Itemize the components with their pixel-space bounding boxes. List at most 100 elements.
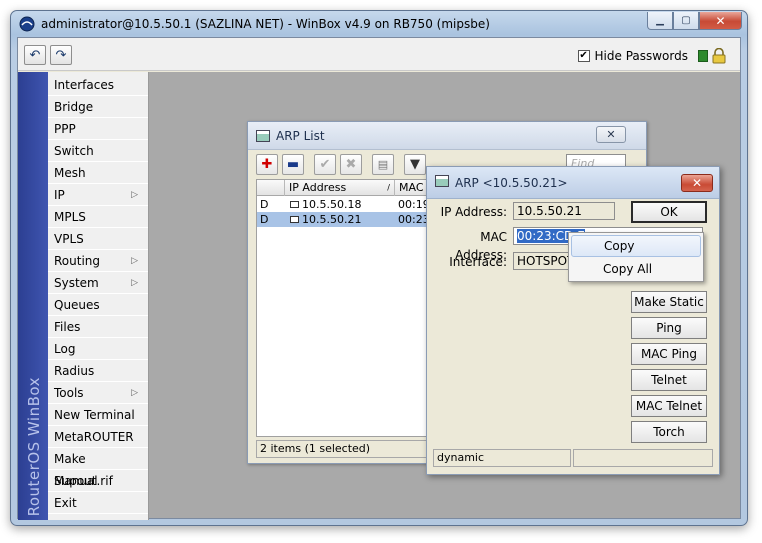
remove-button[interactable]: ▬ [282,154,304,175]
sidebar-item-bridge[interactable]: Bridge [48,96,148,118]
sidebar-item-label: MPLS [54,210,86,224]
window-title: administrator@10.5.50.1 (SAZLINA NET) - … [41,17,490,31]
lock-icon [712,48,726,64]
ip-address-field[interactable]: 10.5.50.21 [513,202,615,220]
make-static-button[interactable]: Make Static [631,291,707,313]
context-menu: Copy Copy All [568,232,704,282]
sidebar-item-switch[interactable]: Switch [48,140,148,162]
sidebar-item-metarouter[interactable]: MetaROUTER [48,426,148,448]
sidebar-item-interfaces[interactable]: Interfaces [48,74,148,96]
hide-passwords-toggle[interactable]: ✔ Hide Passwords [577,49,688,63]
sidebar-item-label: Bridge [54,100,94,114]
row-flag: D [260,198,269,211]
sidebar-item-label: Files [54,320,81,334]
filter-icon: ▼ [410,157,420,172]
sidebar-item-label: IP [54,188,65,202]
sidebar-item-label: MetaROUTER [54,430,134,444]
disable-button[interactable]: ✖ [340,154,362,175]
sidebar-item-ppp[interactable]: PPP [48,118,148,140]
column-header-flags[interactable] [257,180,285,196]
undo-icon: ↶ [29,47,41,63]
sidebar-item-system[interactable]: System ▷ [48,272,148,294]
comment-icon: ▤ [377,158,389,171]
submenu-arrow-icon: ▷ [131,278,138,288]
sidebar-item-files[interactable]: Files [48,316,148,338]
main-toolbar: ↶ ↷ ✔ Hide Passwords [18,38,740,71]
column-header-ip-address[interactable]: IP Address / [285,180,395,196]
hide-passwords-checkbox[interactable]: ✔ [577,50,590,62]
sidebar-item-label: Exit [54,496,77,510]
brand-text: RouterOS WinBox [25,376,43,516]
context-menu-copy-all[interactable]: Copy All [571,258,701,280]
mac-telnet-button[interactable]: MAC Telnet [631,395,707,417]
row-flag: D [260,213,269,226]
address-icon [290,216,299,223]
arp-entry-dialog: ARP <10.5.50.21> ✕ IP Address: 10.5.50.2… [426,166,720,475]
sidebar-item-exit[interactable]: Exit [48,492,148,514]
arp-dialog-close-button[interactable]: ✕ [681,174,713,192]
close-icon: ✕ [715,13,726,28]
sidebar-item-label: Manual [54,474,98,488]
winbox-app-icon[interactable] [19,16,35,32]
redo-icon: ↷ [55,47,67,63]
arp-list-titlebar[interactable]: ARP List ✕ [248,122,646,150]
x-icon: ✖ [345,157,357,172]
sidebar-item-label: Routing [54,254,101,268]
ip-address-label: IP Address: [440,205,507,219]
ok-button[interactable]: OK [631,201,707,223]
enable-button[interactable]: ✔ [314,154,336,175]
sidebar-menu: Interfaces Bridge PPP Switch Mesh IP ▷ MP… [48,72,149,520]
torch-button[interactable]: Torch [631,421,707,443]
arp-list-close-button[interactable]: ✕ [596,126,626,143]
dialog-status-dynamic: dynamic [433,449,571,467]
maximize-button[interactable]: ▢ [673,12,699,30]
mac-ping-button[interactable]: MAC Ping [631,343,707,365]
window-caption-buttons: ▁ ▢ ✕ [647,12,742,31]
hide-passwords-label: Hide Passwords [594,49,688,63]
row-ip-text: 10.5.50.18 [302,198,362,211]
sidebar-item-make-supout[interactable]: Make Supout.rif [48,448,148,488]
undo-button[interactable]: ↶ [24,45,46,65]
arp-dialog-titlebar[interactable]: ARP <10.5.50.21> ✕ [427,167,719,199]
redo-button[interactable]: ↷ [50,45,72,65]
sidebar-item-label: PPP [54,122,76,136]
submenu-arrow-icon: ▷ [131,388,138,398]
sidebar-item-mesh[interactable]: Mesh [48,162,148,184]
minimize-button[interactable]: ▁ [647,12,673,30]
sidebar-item-routing[interactable]: Routing ▷ [48,250,148,272]
sidebar-item-label: Interfaces [54,78,114,92]
sidebar-item-mpls[interactable]: MPLS [48,206,148,228]
telnet-button[interactable]: Telnet [631,369,707,391]
minus-icon: ▬ [286,157,300,172]
sidebar-item-log[interactable]: Log [48,338,148,360]
ping-button[interactable]: Ping [631,317,707,339]
brand-bar: RouterOS WinBox [18,72,48,520]
check-icon: ✔ [319,157,331,172]
row-ip: 10.5.50.21 [290,212,361,227]
filter-button[interactable]: ▼ [404,154,426,175]
window-icon [435,175,449,187]
sidebar-item-label: Switch [54,144,94,158]
sidebar-item-queues[interactable]: Queues [48,294,148,316]
sidebar-item-manual[interactable]: Manual [48,470,148,492]
row-ip: 10.5.50.18 [290,197,361,212]
sidebar-item-vpls[interactable]: VPLS [48,228,148,250]
sidebar-item-ip[interactable]: IP ▷ [48,184,148,206]
sidebar-item-label: Radius [54,364,95,378]
plus-icon: ✚ [261,157,273,172]
sidebar-item-tools[interactable]: Tools ▷ [48,382,148,404]
close-button[interactable]: ✕ [699,12,742,30]
arp-dialog-title: ARP <10.5.50.21> [455,176,568,190]
add-button[interactable]: ✚ [256,154,278,175]
context-menu-copy[interactable]: Copy [571,235,701,257]
sort-icon: / [387,183,390,192]
dialog-status-right [573,449,713,467]
sidebar-item-label: Log [54,342,76,356]
sidebar-item-radius[interactable]: Radius [48,360,148,382]
close-icon: ✕ [606,128,616,141]
sidebar-item-new-terminal[interactable]: New Terminal [48,404,148,426]
interface-label: Interface: [449,255,507,269]
comment-button[interactable]: ▤ [372,154,394,175]
connection-status-icon [698,50,708,62]
submenu-arrow-icon: ▷ [131,256,138,266]
